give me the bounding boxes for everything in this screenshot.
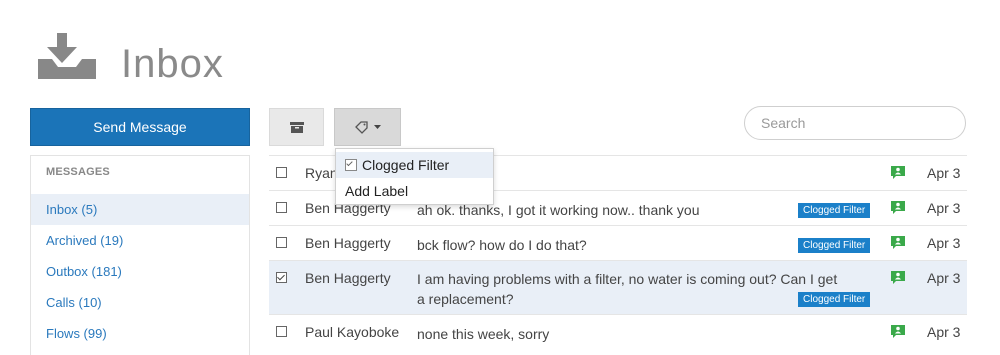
send-message-button[interactable]: Send Message — [30, 108, 250, 146]
label-dropdown-menu: Clogged Filter Add Label — [335, 148, 494, 205]
check-icon — [345, 159, 357, 171]
row-checkbox[interactable] — [276, 326, 287, 337]
sidebar-item-calls[interactable]: Calls (10) — [31, 287, 249, 318]
message-date: Apr 3 — [927, 324, 961, 340]
message-date: Apr 3 — [927, 200, 961, 216]
message-text: I am having problems with a filter, no w… — [417, 271, 838, 307]
sidebar-item-inbox[interactable]: Inbox (5) — [31, 194, 249, 225]
sidebar-item-flows[interactable]: Flows (99) — [31, 318, 249, 349]
contact-status-icon — [891, 201, 905, 214]
label-badge[interactable]: Clogged Filter — [798, 203, 871, 218]
message-date: Apr 3 — [927, 165, 961, 181]
menu-item-add-label[interactable]: Add Label — [336, 178, 493, 204]
message-row[interactable]: Ben Haggerty bck flow? how do I do that?… — [269, 225, 967, 260]
message-text: bck flow? how do I do that? — [417, 237, 587, 253]
search-input[interactable] — [744, 106, 966, 140]
tag-icon — [355, 121, 368, 134]
message-row[interactable]: Paul Kayoboke none this week, sorry Apr … — [269, 314, 967, 349]
contact-status-icon — [891, 271, 905, 284]
row-checkbox[interactable] — [276, 167, 287, 178]
archive-box-icon — [289, 121, 304, 133]
inbox-tray-icon — [38, 33, 96, 79]
message-text: none this week, sorry — [417, 326, 550, 342]
row-checkbox[interactable] — [276, 202, 287, 213]
message-row-selected[interactable]: Ben Haggerty I am having problems with a… — [269, 260, 967, 314]
page-title: Inbox — [121, 42, 224, 86]
message-date: Apr 3 — [927, 235, 961, 251]
message-sender: Ben Haggerty — [305, 235, 391, 251]
menu-item-label: Add Label — [345, 183, 409, 199]
contact-status-icon — [891, 166, 905, 179]
menu-item-clogged-filter[interactable]: Clogged Filter — [336, 152, 493, 178]
caret-down-icon — [374, 124, 381, 129]
label-badge[interactable]: Clogged Filter — [798, 238, 871, 253]
sidebar: MESSAGES Inbox (5) Archived (19) Outbox … — [30, 155, 250, 355]
sidebar-item-outbox[interactable]: Outbox (181) — [31, 256, 249, 287]
message-sender: Ben Haggerty — [305, 270, 391, 286]
message-date: Apr 3 — [927, 270, 961, 286]
menu-item-label: Clogged Filter — [362, 157, 450, 173]
sidebar-section-title: MESSAGES — [46, 166, 110, 178]
sidebar-item-archived[interactable]: Archived (19) — [31, 225, 249, 256]
message-sender: Ryan — [305, 165, 338, 181]
label-button[interactable] — [334, 108, 401, 146]
archive-button[interactable] — [269, 108, 324, 146]
label-badge[interactable]: Clogged Filter — [798, 292, 871, 307]
row-checkbox-checked[interactable] — [276, 272, 287, 283]
row-checkbox[interactable] — [276, 237, 287, 248]
contact-status-icon — [891, 236, 905, 249]
message-sender: Paul Kayoboke — [305, 324, 400, 340]
contact-status-icon — [891, 325, 905, 338]
